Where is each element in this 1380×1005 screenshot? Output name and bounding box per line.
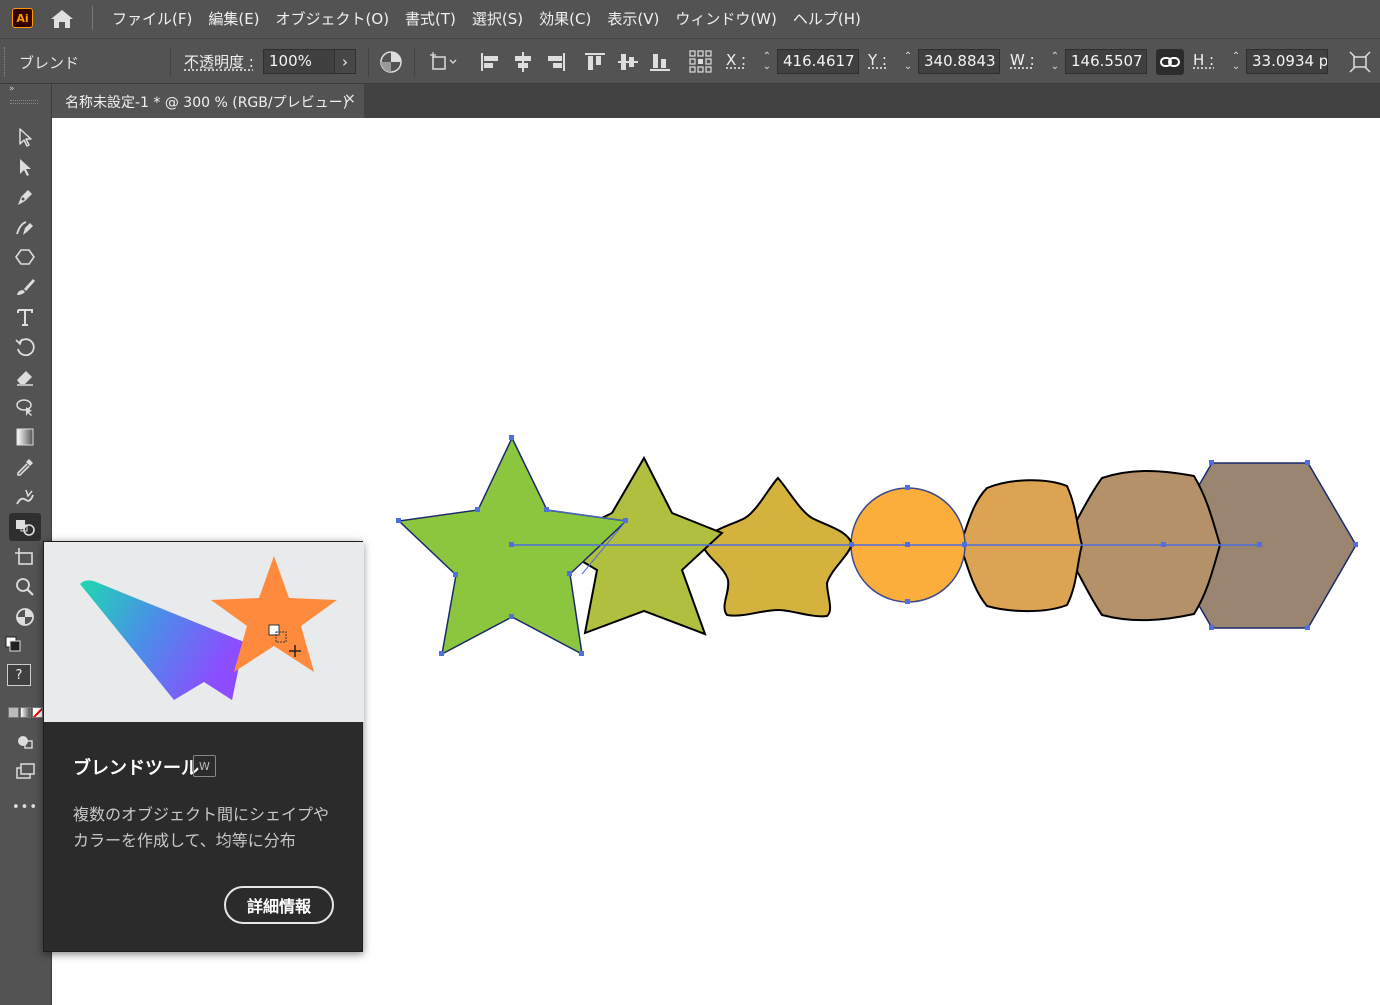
w-label: W : (1010, 51, 1035, 69)
y-stepper[interactable]: ⌃ ⌄ (899, 49, 917, 74)
menu-view[interactable]: 表示(V) (599, 8, 667, 29)
tooltip-illustration (44, 542, 364, 722)
menu-items: ファイル(F) 編集(E) オブジェクト(O) 書式(T) 選択(S) 効果(C… (104, 0, 869, 36)
align-top-icon[interactable] (582, 49, 608, 75)
polygon-tool-icon[interactable] (9, 243, 41, 271)
divider (170, 47, 171, 77)
blend-tool-icon[interactable] (9, 513, 41, 541)
shape-builder-tool-icon[interactable] (9, 483, 41, 511)
align-center-icon[interactable] (510, 49, 536, 75)
menu-edit[interactable]: 編集(E) (200, 8, 267, 29)
learn-more-button[interactable]: 詳細情報 (224, 886, 334, 924)
paintbrush-tool-icon[interactable] (9, 273, 41, 301)
y-input[interactable]: 340.8843 (918, 49, 1000, 74)
y-label: Y : (868, 51, 887, 69)
direct-selection-tool-icon[interactable] (9, 153, 41, 181)
control-bar-grip[interactable] (4, 47, 7, 77)
gradient-swatch[interactable] (20, 707, 31, 718)
opacity-dropdown-arrow[interactable]: › (334, 49, 356, 74)
menu-effect[interactable]: 効果(C) (531, 8, 599, 29)
artboard-tool-icon[interactable] (9, 543, 41, 571)
divider (368, 47, 369, 77)
transform-panel-icon[interactable] (1347, 49, 1373, 75)
fill-stroke-swap-icon[interactable] (4, 635, 24, 655)
live-paint-tool-icon[interactable] (9, 603, 41, 631)
pen-tool-icon[interactable] (9, 183, 41, 211)
x-stepper[interactable]: ⌃ ⌄ (758, 49, 776, 74)
rotate-tool-icon[interactable] (9, 333, 41, 361)
menu-separator (92, 6, 93, 30)
menu-bar: Ai ファイル(F) 編集(E) オブジェクト(O) 書式(T) 選択(S) 効… (0, 0, 1380, 36)
edit-toolbar-more-icon[interactable]: ••• (12, 800, 38, 815)
puppet-warp-tool-icon[interactable] (9, 393, 41, 421)
none-swatch[interactable] (32, 707, 43, 718)
curvature-tool-icon[interactable] (9, 213, 41, 241)
menu-window[interactable]: ウィンドウ(W) (667, 8, 785, 29)
opacity-input[interactable]: 100% (263, 49, 335, 74)
tab-title: 名称未設定-1 * @ 300 % (RGB/プレビュー) (65, 95, 349, 111)
w-stepper[interactable]: ⌃ ⌄ (1046, 49, 1064, 74)
menu-object[interactable]: オブジェクト(O) (268, 8, 398, 29)
transform-reference-icon[interactable] (428, 49, 462, 75)
align-right-icon[interactable] (543, 49, 569, 75)
eraser-tool-icon[interactable] (9, 363, 41, 391)
control-bar: ブレンド 不透明度 : 100% › X : ⌃ ⌄ 416.4617 Y : ⌃… (0, 38, 1380, 84)
tooltip-shortcut-key: W (193, 755, 216, 777)
opacity-label[interactable]: 不透明度 : (184, 51, 254, 72)
selection-tool-icon[interactable] (9, 123, 41, 151)
draw-mode-icon[interactable] (9, 727, 41, 755)
menu-type[interactable]: 書式(T) (397, 8, 464, 29)
align-middle-icon[interactable] (615, 49, 641, 75)
zoom-tool-icon[interactable] (9, 573, 41, 601)
x-input[interactable]: 416.4617 (777, 49, 859, 74)
w-input[interactable]: 146.5507 (1065, 49, 1147, 74)
close-tab-icon[interactable]: × (344, 91, 356, 107)
panel-grip[interactable] (10, 100, 38, 104)
x-label: X : (726, 51, 747, 69)
document-tab-bar: 名称未設定-1 * @ 300 % (RGB/プレビュー) × (52, 84, 1380, 118)
tab-document[interactable]: 名称未設定-1 * @ 300 % (RGB/プレビュー) (52, 84, 364, 118)
app-logo: Ai (12, 8, 33, 28)
selection-type-label: ブレンド (19, 54, 80, 72)
unknown-fill-swatch[interactable]: ? (7, 664, 31, 686)
align-left-icon[interactable] (477, 49, 503, 75)
menu-file[interactable]: ファイル(F) (104, 8, 200, 29)
blend-step-shape (700, 476, 854, 618)
color-mode-swatches[interactable] (8, 707, 44, 719)
gradient-tool-icon[interactable] (9, 423, 41, 451)
home-icon[interactable] (48, 8, 76, 30)
menu-select[interactable]: 選択(S) (464, 8, 531, 29)
recolor-artwork-icon[interactable] (378, 49, 404, 75)
tooltip-description: 複数のオブジェクト間にシェイプやカラーを作成して、均等に分布 (73, 805, 330, 850)
constrain-proportions-button[interactable] (1156, 49, 1184, 75)
blend-tool-tooltip: ブレンドツール W 複数のオブジェクト間にシェイプやカラーを作成して、均等に分布… (43, 541, 364, 952)
h-stepper[interactable]: ⌃ ⌄ (1227, 49, 1245, 74)
h-input[interactable]: 33.0934 p (1246, 49, 1328, 74)
gradient-tail-shape (80, 580, 244, 700)
tooltip-title: ブレンドツール (73, 758, 199, 779)
type-tool-icon[interactable] (9, 303, 41, 331)
reference-point-icon[interactable] (688, 49, 714, 75)
collapse-panel-icon[interactable]: » (9, 84, 15, 94)
divider (414, 47, 415, 77)
color-swatch[interactable] (8, 707, 19, 718)
eyedropper-tool-icon[interactable] (9, 453, 41, 481)
align-bottom-icon[interactable] (647, 49, 673, 75)
h-label: H : (1193, 51, 1215, 69)
menu-help[interactable]: ヘルプ(H) (785, 8, 869, 29)
screen-mode-icon[interactable] (9, 757, 41, 785)
